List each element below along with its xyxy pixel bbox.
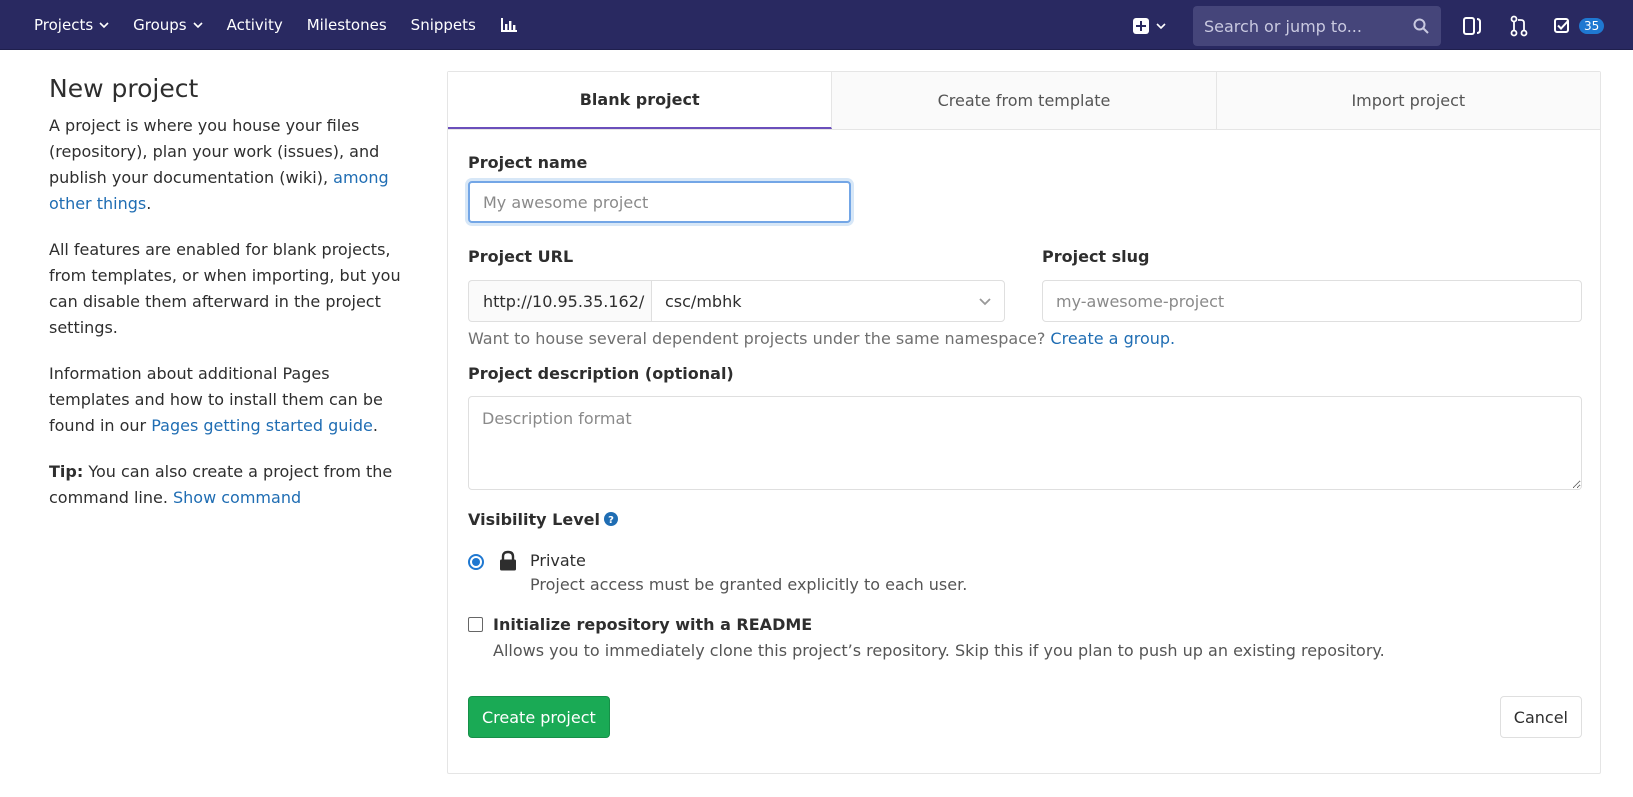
nav-snippets[interactable]: Snippets [411, 0, 476, 50]
visibility-private-title: Private [530, 551, 586, 570]
pages-guide-link[interactable]: Pages getting started guide [151, 416, 373, 435]
nav-milestones-label: Milestones [306, 16, 387, 34]
search-icon[interactable] [1413, 18, 1429, 34]
todo-icon [1554, 18, 1569, 33]
info-paragraph-3: Information about additional Pages templ… [49, 361, 409, 439]
merge-request-icon[interactable] [1508, 15, 1530, 37]
visibility-level-label: Visibility Level? [468, 510, 618, 529]
nav-activity[interactable]: Activity [227, 0, 283, 50]
chevron-down-icon [99, 22, 109, 29]
plus-square-icon [1133, 18, 1149, 34]
search-input[interactable] [1204, 16, 1404, 36]
readme-text: Initialize repository with a README Allo… [493, 612, 1385, 664]
nav-left: Projects Groups Activity Milestones Snip… [34, 0, 542, 50]
readme-option[interactable]: Initialize repository with a README Allo… [468, 612, 1385, 664]
namespace-help: Want to house several dependent projects… [468, 329, 1175, 348]
project-name-input[interactable] [468, 181, 851, 223]
info-p3-end: . [372, 416, 378, 435]
project-slug-input[interactable] [1042, 280, 1582, 322]
project-slug-label: Project slug [1042, 247, 1150, 266]
tab-import-project[interactable]: Import project [1216, 72, 1600, 129]
info-p1-end: . [146, 194, 152, 213]
tab-blank-project[interactable]: Blank project [448, 72, 833, 129]
visibility-private-option[interactable]: Private Project access must be granted e… [468, 548, 967, 596]
project-description-textarea[interactable] [468, 396, 1582, 490]
issues-icon[interactable] [1461, 15, 1483, 37]
new-project-panel: Blank project Create from template Impor… [447, 71, 1601, 774]
lock-icon [500, 550, 516, 571]
visibility-private-text: Private Project access must be granted e… [530, 548, 967, 596]
todo-count-badge[interactable]: 35 [1579, 18, 1605, 34]
create-project-button[interactable]: Create project [468, 696, 610, 738]
cancel-button[interactable]: Cancel [1499, 696, 1582, 738]
readme-desc: Allows you to immediately clone this pro… [493, 641, 1385, 660]
info-paragraph-1: A project is where you house your files … [49, 113, 409, 217]
nav-analytics[interactable] [500, 0, 518, 50]
info-tip: Tip: You can also create a project from … [49, 459, 409, 511]
project-name-label: Project name [468, 153, 588, 172]
info-paragraph-2: All features are enabled for blank proje… [49, 240, 401, 337]
chart-icon [500, 18, 517, 32]
info-p1-text: A project is where you house your files … [49, 116, 380, 187]
tip-label: Tip: [49, 462, 84, 481]
chevron-down-icon [193, 22, 203, 29]
top-navbar: Projects Groups Activity Milestones Snip… [0, 0, 1633, 50]
nav-activity-label: Activity [226, 16, 283, 34]
nav-projects-label: Projects [34, 16, 94, 34]
info-column: New project A project is where you house… [49, 71, 409, 531]
question-circle-icon[interactable]: ? [603, 512, 618, 526]
nav-groups[interactable]: Groups [133, 0, 203, 50]
create-group-link[interactable]: Create a group. [1050, 329, 1175, 348]
readme-checkbox[interactable] [468, 617, 483, 632]
visibility-private-radio[interactable] [468, 554, 484, 570]
project-tabs: Blank project Create from template Impor… [448, 72, 1600, 130]
project-url-label: Project URL [468, 247, 574, 266]
readme-title: Initialize repository with a README [493, 615, 813, 634]
nav-projects[interactable]: Projects [34, 0, 109, 50]
chevron-down-icon [979, 298, 991, 306]
tab-create-from-template[interactable]: Create from template [832, 72, 1217, 129]
visibility-private-desc: Project access must be granted explicitl… [530, 575, 968, 594]
svg-text:?: ? [608, 515, 614, 526]
chevron-down-icon [1156, 23, 1166, 30]
project-url-prefix: http://10.95.35.162/ [468, 280, 651, 322]
visibility-level-text: Visibility Level [468, 510, 600, 529]
namespace-value: csc/mbhk [665, 291, 742, 311]
nav-snippets-label: Snippets [410, 16, 476, 34]
nav-milestones[interactable]: Milestones [307, 0, 387, 50]
project-description-label: Project description (optional) [468, 364, 734, 383]
nav-groups-label: Groups [133, 16, 187, 34]
namespace-help-text: Want to house several dependent projects… [468, 329, 1051, 348]
show-command-link[interactable]: Show command [173, 488, 301, 507]
new-item-dropdown[interactable] [1133, 15, 1175, 37]
page-title: New project [49, 74, 199, 103]
namespace-select[interactable]: csc/mbhk [651, 280, 1005, 322]
search-box[interactable] [1193, 6, 1441, 46]
